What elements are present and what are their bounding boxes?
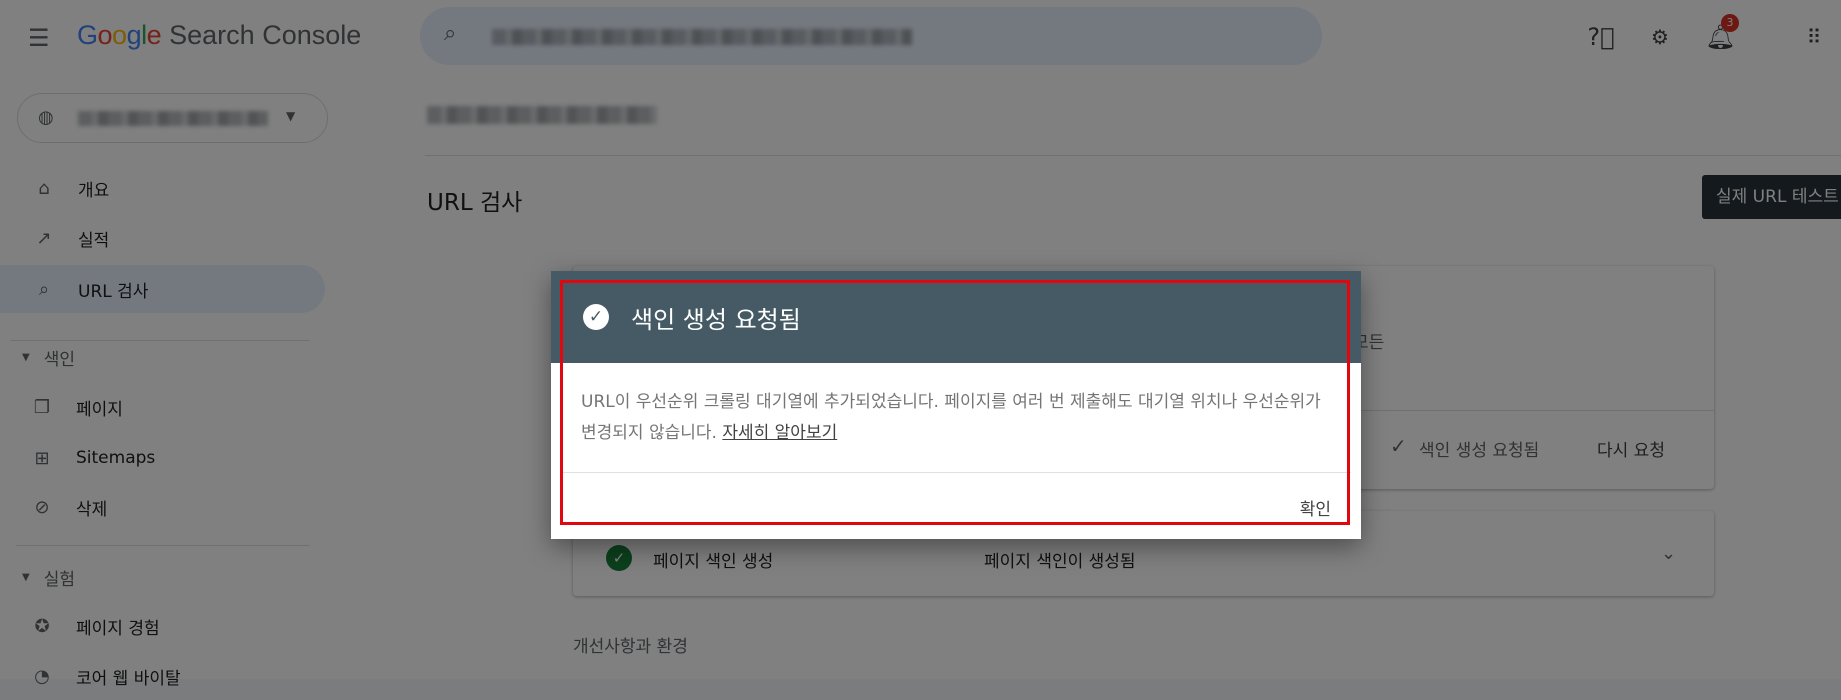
success-check-icon: ✓ [606,545,632,571]
gauge-icon: ◔ [34,665,50,687]
section-index[interactable]: ▼ 색인 [22,345,75,370]
sidebar-item-removals[interactable]: ⊘ 삭제 [0,483,325,531]
sidebar-divider [10,340,310,341]
inspected-url [427,106,657,124]
ok-button[interactable]: 확인 [1300,495,1331,520]
search-input[interactable]: ⌕ [420,7,1322,65]
product-name: Search Console [169,20,362,50]
google-logo: Google [77,20,162,50]
logo[interactable]: Google Search Console [77,20,361,51]
dropdown-arrow-icon: ▼ [286,109,296,123]
page-indexing-label: 페이지 색인 생성 [653,552,774,572]
collapse-icon: ▼ [22,352,30,363]
visibility-off-icon: ⊘ [34,496,50,518]
pages-icon: ❐ [33,396,51,418]
search-input-value [492,29,912,45]
section-title: 개선사항과 환경 [573,637,688,657]
dialog-header: ✓ 색인 생성 요청됨 [551,271,1361,363]
admin-settings-icon[interactable]: ⚙ [1645,22,1675,52]
help-icon[interactable]: ?⃝ [1586,22,1616,52]
sidebar-item-core-web-vitals[interactable]: ◔ 코어 웹 바이탈 [0,652,325,700]
page-title: URL 검사 [427,190,523,216]
dialog-message: URL이 우선순위 크롤링 대기열에 추가되었습니다. 페이지를 여러 번 제출… [581,392,1321,443]
search-icon: ⌕ [444,21,457,46]
sidebar-item-sitemaps[interactable]: ⊞ Sitemaps [0,434,325,482]
notification-badge: 3 [1721,14,1739,32]
home-icon: ⌂ [38,177,50,199]
sidebar-divider [16,545,310,546]
chevron-down-icon[interactable]: ⌄ [1661,543,1676,564]
trending-icon: ↗ [36,227,52,249]
dialog-title: 색인 생성 요청됨 [631,305,801,334]
sitemap-icon: ⊞ [34,447,50,469]
property-name [78,111,268,126]
sidebar-item-url-inspection[interactable]: ⌕ URL 검사 [0,265,325,313]
main-divider [425,155,1841,156]
dialog-footer: 확인 [561,472,1351,539]
notifications-icon[interactable]: 🔔︎ 3 [1705,14,1739,52]
index-requested-status: 색인 생성 요청됨 [1419,441,1540,461]
index-requested-dialog: ✓ 색인 생성 요청됨 URL이 우선순위 크롤링 대기열에 추가되었습니다. … [551,271,1361,539]
apps-icon[interactable]: ⠿ [1799,22,1829,52]
collapse-icon: ▼ [22,572,30,583]
sidebar-item-pages[interactable]: ❐ 페이지 [0,383,325,431]
request-again-button[interactable]: 다시 요청 [1597,436,1665,461]
check-icon: ✓ [1390,434,1407,458]
live-test-button[interactable]: 실제 URL 테스트 [1702,175,1841,219]
property-selector[interactable]: ◍ ▼ [17,93,328,143]
search-icon: ⌕ [38,278,50,300]
page-indexing-value: 페이지 색인이 생성됨 [984,552,1136,572]
globe-icon: ◍ [38,107,54,128]
page-experience-icon: ✪ [34,615,50,637]
dialog-body: URL이 우선순위 크롤링 대기열에 추가되었습니다. 페이지를 여러 번 제출… [551,363,1361,472]
sidebar-item-performance[interactable]: ↗ 실적 [0,214,325,262]
section-experiments[interactable]: ▼ 실험 [22,565,75,590]
check-circle-icon: ✓ [583,304,609,330]
sidebar-item-overview[interactable]: ⌂ 개요 [0,164,325,212]
sidebar-item-page-experience[interactable]: ✪ 페이지 경험 [0,602,325,650]
learn-more-link[interactable]: 자세히 알아보기 [722,423,837,443]
menu-button[interactable]: ☰ [28,24,50,52]
